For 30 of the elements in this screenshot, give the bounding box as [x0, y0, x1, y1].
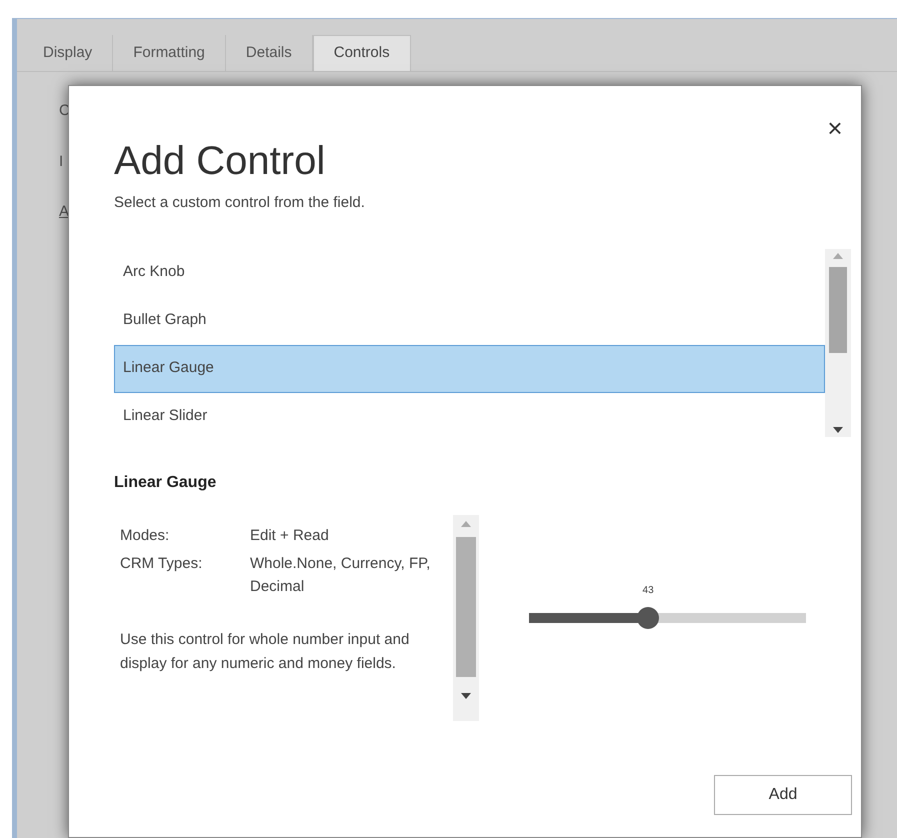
property-label: Modes:	[120, 526, 170, 546]
tab[interactable]: Formatting	[113, 35, 226, 71]
scroll-up-icon[interactable]	[833, 252, 844, 258]
scrollbar[interactable]	[825, 248, 851, 436]
control-list-item[interactable]: Arc Knob	[114, 248, 826, 296]
control-list-item[interactable]: Linear Gauge	[114, 344, 826, 392]
tab[interactable]: Display	[23, 35, 114, 71]
tab[interactable]: Controls	[312, 35, 411, 71]
dialog-subtitle: Select a custom control from the field.	[114, 193, 366, 213]
scroll-thumb[interactable]	[829, 266, 848, 352]
background-label: I	[59, 152, 64, 172]
details-title: Linear Gauge	[114, 472, 218, 492]
scroll-down-icon[interactable]	[461, 692, 471, 698]
scrollbar[interactable]	[453, 514, 479, 720]
background-label: A	[59, 202, 70, 222]
property-label: CRM Types:	[120, 554, 204, 574]
dialog-title: Add Control	[114, 138, 326, 185]
add-button[interactable]: Add	[714, 775, 852, 815]
control-list-item[interactable]: Linear Slider	[114, 392, 826, 440]
control-list-item[interactable]: Bullet Graph	[114, 296, 826, 344]
close-button[interactable]: ×	[819, 112, 851, 144]
description-text: Use this control for whole number input and display for any numeric and money fields.	[120, 630, 410, 674]
property-value: Whole.None, Currency, FP, Decimal	[250, 554, 432, 596]
slider-thumb[interactable]	[637, 606, 660, 628]
scroll-up-icon[interactable]	[461, 520, 471, 526]
slider-track[interactable]	[529, 612, 806, 622]
property-value: Edit + Read	[250, 526, 330, 546]
scroll-down-icon[interactable]	[833, 426, 844, 432]
slider-reading: 43	[642, 584, 654, 598]
scroll-thumb[interactable]	[456, 536, 476, 676]
